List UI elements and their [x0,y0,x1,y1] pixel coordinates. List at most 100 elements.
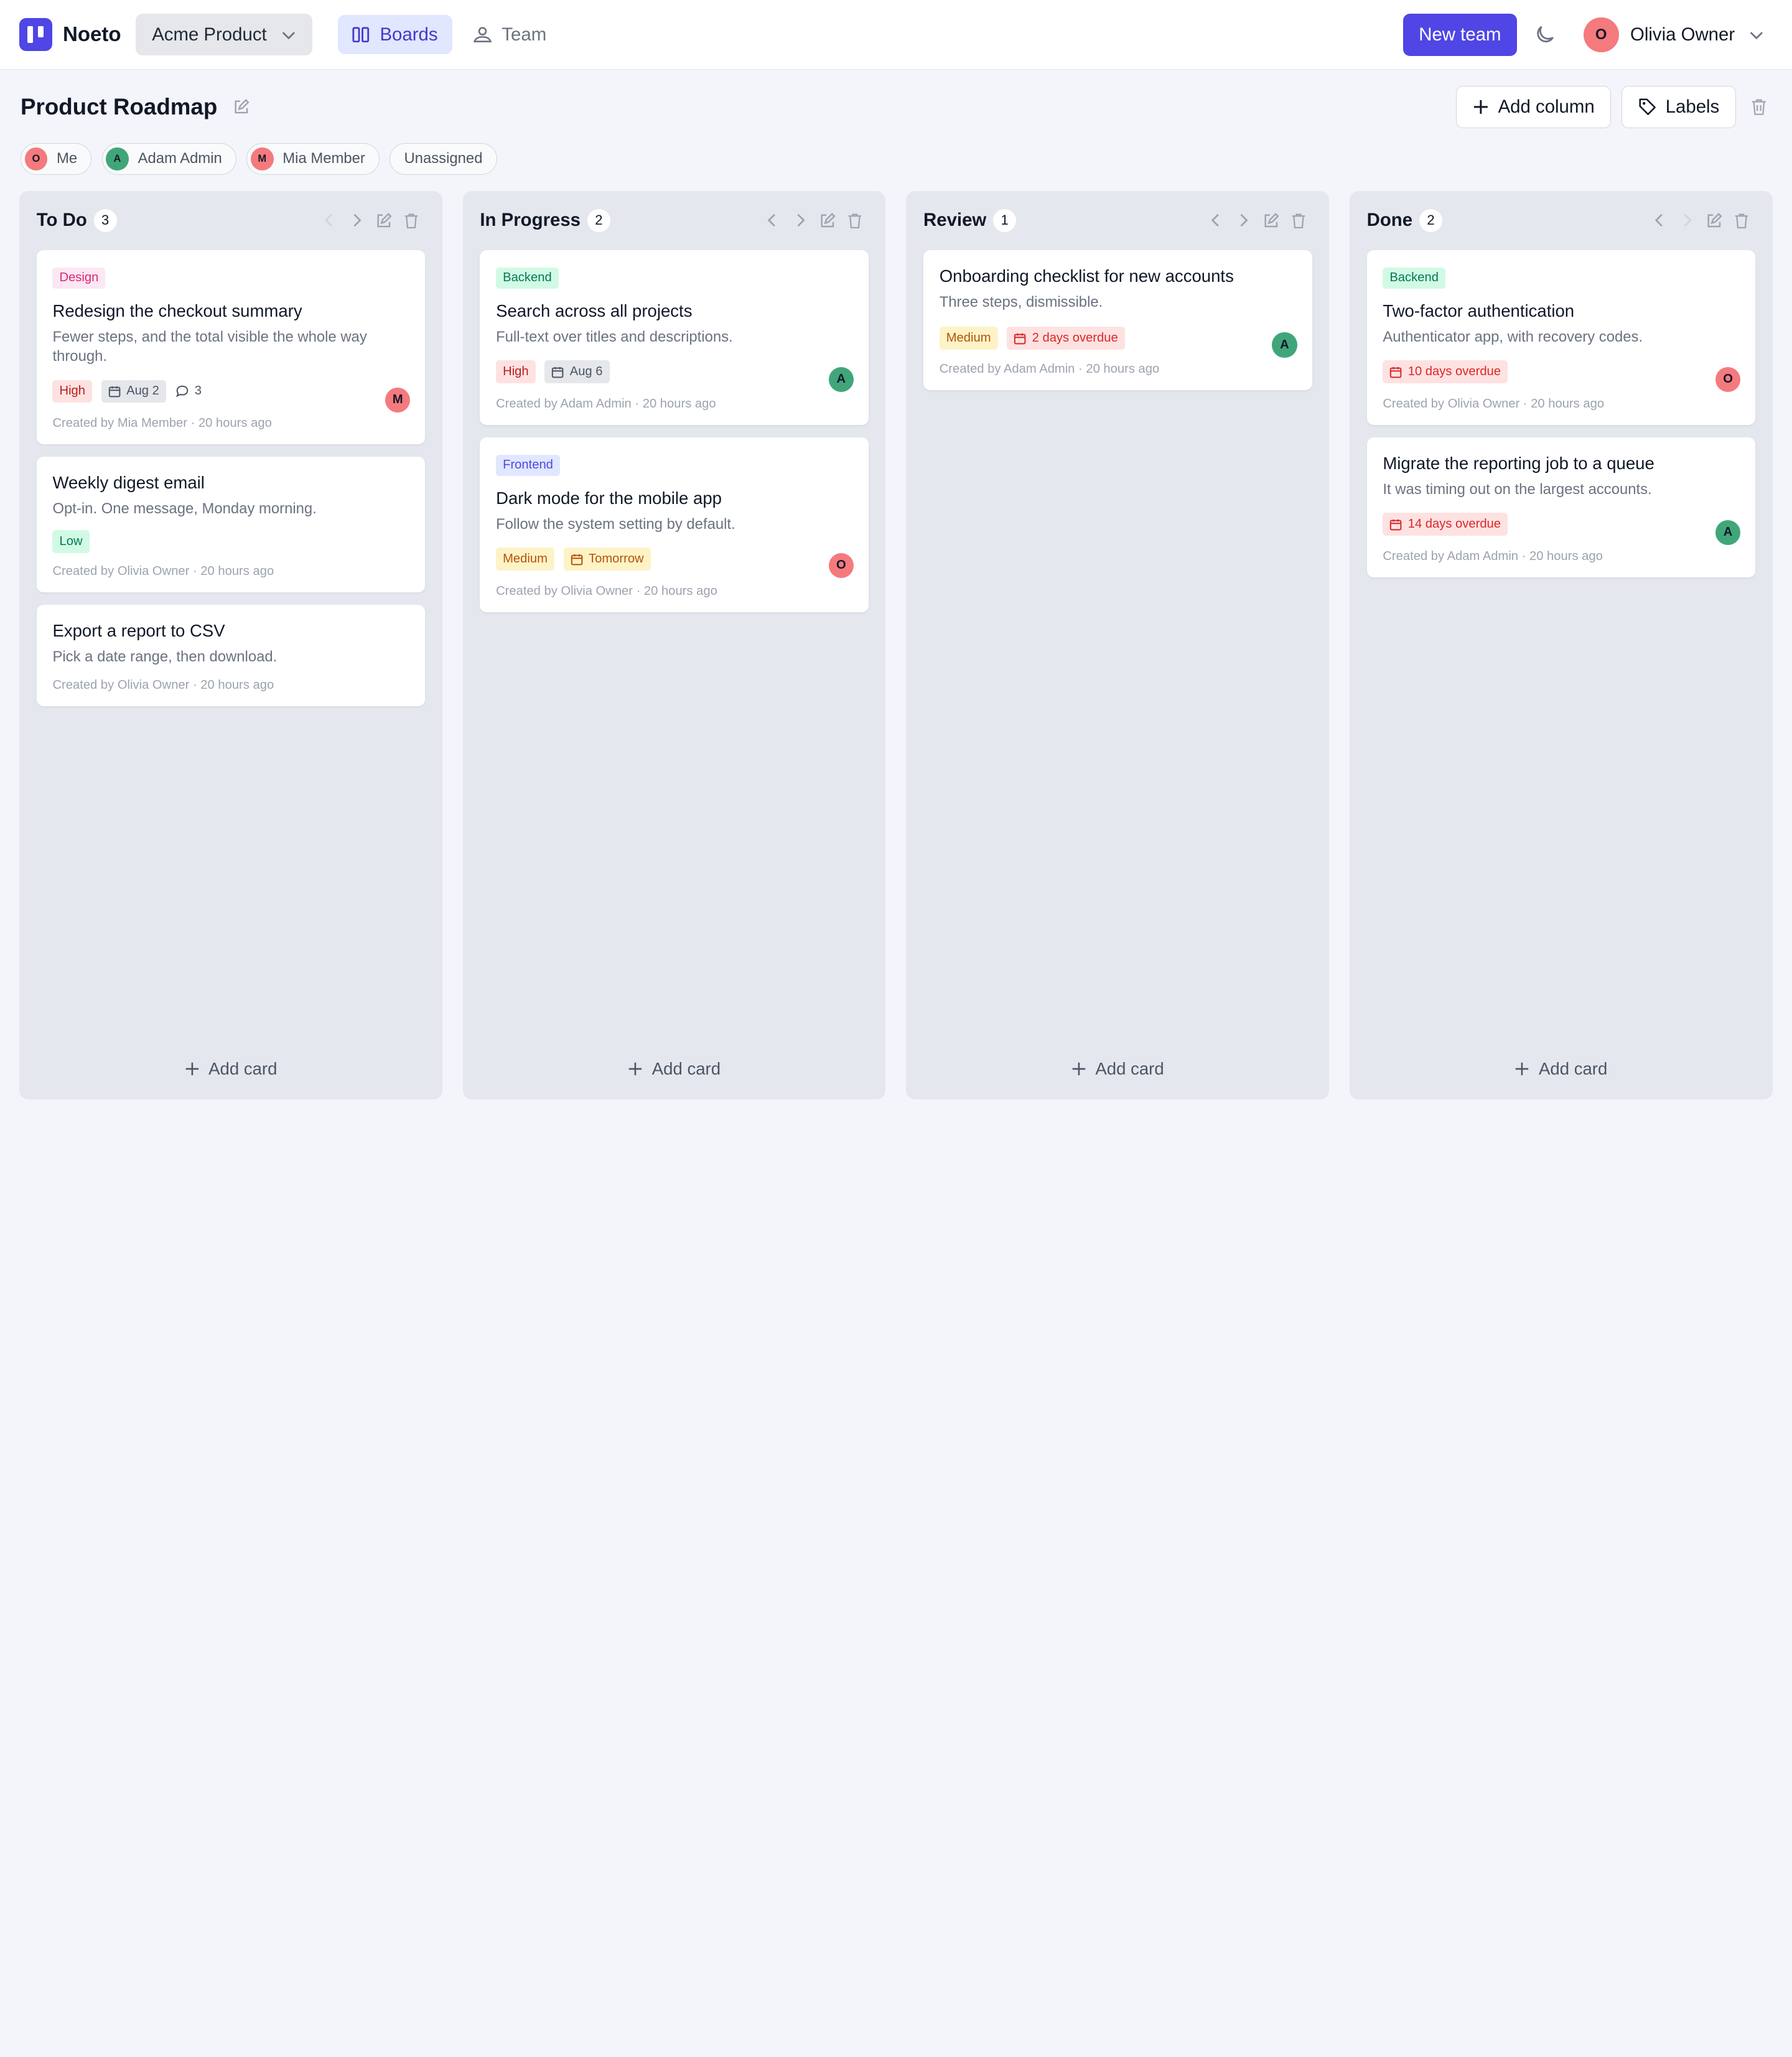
column-tools [1202,212,1312,229]
card-description: Pick a date range, then download. [52,648,278,666]
delete-column-icon[interactable] [1284,213,1312,229]
add-column-label: Add column [1498,96,1595,117]
delete-column-icon[interactable] [398,213,425,229]
column-tools [759,212,869,229]
delete-column-icon[interactable] [841,213,869,229]
column-review: Review 1 Onboarding checklist for new ac… [906,190,1330,1099]
edit-column-icon[interactable] [1257,212,1284,229]
column-done: Done 2 Backend Two-factor authentication… [1350,190,1773,1099]
card-meta: 10 days overdue [1383,360,1739,383]
filter-label: Me [56,150,78,167]
add-column-button[interactable]: Add column [1456,85,1612,128]
card-title: Weekly digest email [52,473,205,493]
priority-badge: Medium [939,327,998,350]
filter-chip-me[interactable]: O Me [21,142,92,175]
add-card-label: Add card [1095,1058,1164,1078]
filter-chip-unassigned[interactable]: Unassigned [390,142,497,175]
card-title: Dark mode for the mobile app [496,488,722,508]
add-card-button[interactable]: Add card [463,1059,886,1079]
card-description: Opt-in. One message, Monday morning. [52,500,317,518]
card[interactable]: Export a report to CSV Pick a date range… [36,605,426,706]
card[interactable]: Migrate the reporting job to a queue It … [1366,437,1756,578]
priority-badge: Medium [496,548,554,571]
card-meta: High Aug 2 3 [52,380,409,403]
card-meta: Medium Tomorrow [496,548,852,571]
card-title: Redesign the checkout summary [52,301,302,320]
edit-column-icon[interactable] [370,212,398,229]
move-right-icon[interactable] [1230,213,1257,227]
card[interactable]: Design Redesign the checkout summary Few… [36,250,426,445]
card-description: Follow the system setting by default. [496,516,735,533]
move-left-icon[interactable] [1202,213,1230,227]
due-date-badge: 10 days overdue [1383,360,1508,383]
column-header: To Do 3 [19,191,442,251]
dark-mode-toggle[interactable] [1533,24,1556,47]
board-title: Product Roadmap [21,93,218,119]
edit-column-icon[interactable] [1701,212,1728,229]
move-right-icon[interactable] [1673,213,1701,227]
edit-board-icon[interactable] [233,98,250,115]
edit-column-icon[interactable] [814,212,841,229]
column-tools [315,212,425,229]
column-title: In Progress [480,210,581,231]
delete-board-icon[interactable] [1751,98,1767,116]
due-date-text: 14 days overdue [1407,517,1501,531]
nav-boards[interactable]: Boards [337,15,453,54]
nav-boards-label: Boards [380,24,438,45]
card[interactable]: Backend Two-factor authentication Authen… [1366,250,1756,426]
card[interactable]: Backend Search across all projects Full-… [480,250,869,426]
due-date-badge: 14 days overdue [1383,513,1508,536]
column-tools [1646,212,1755,229]
filter-chip-adam-admin[interactable]: A Adam Admin [101,142,236,175]
assignee-avatar: A [1272,332,1297,358]
due-date-badge: Aug 2 [101,380,166,403]
plus-icon [1474,100,1488,114]
plus-icon [1516,1062,1529,1076]
app-logo[interactable]: Noeto [19,17,121,52]
priority-badge: Low [52,530,90,553]
move-left-icon[interactable] [759,213,786,227]
move-right-icon[interactable] [343,213,370,227]
column-count: 2 [587,209,610,232]
workspace-name: Acme Product [152,24,267,45]
plus-icon [628,1062,642,1076]
card-title: Search across all projects [496,301,693,320]
assignee-avatar: M [385,387,411,413]
move-left-icon[interactable] [315,213,343,227]
card-created: Created by Olivia Owner · 20 hours ago [1383,397,1605,411]
user-menu[interactable]: O Olivia Owner [1583,17,1765,53]
top-bar-actions: New team O Olivia Owner [1402,14,1765,56]
nav-team[interactable]: Team [457,15,561,54]
add-card-button[interactable]: Add card [906,1059,1329,1079]
filter-chip-mia-member[interactable]: M Mia Member [246,142,380,175]
due-date-text: Aug 2 [126,384,159,398]
filter-label: Adam Admin [138,150,222,167]
card-description: It was timing out on the largest account… [1383,481,1652,498]
move-right-icon[interactable] [786,213,814,227]
workspace-switcher[interactable]: Acme Product [136,14,313,55]
board-header: Product Roadmap [21,94,250,120]
add-card-label: Add card [651,1058,721,1078]
card-created: Created by Adam Admin · 20 hours ago [1383,549,1603,564]
add-card-button[interactable]: Add card [1350,1059,1773,1079]
labels-button[interactable]: Labels [1621,85,1736,128]
add-card-label: Add card [208,1058,278,1078]
delete-column-icon[interactable] [1728,213,1755,229]
card-label: Backend [1383,267,1445,289]
card-title: Onboarding checklist for new accounts [939,266,1234,286]
plus-icon [185,1062,198,1076]
due-date-badge: 2 days overdue [1007,327,1125,350]
calendar-icon [552,366,564,378]
filter-label: Unassigned [404,150,483,167]
card[interactable]: Frontend Dark mode for the mobile app Fo… [480,437,869,613]
filter-avatar: A [106,147,129,170]
new-team-button[interactable]: New team [1402,14,1518,56]
add-card-label: Add card [1539,1058,1608,1078]
add-card-button[interactable]: Add card [19,1059,442,1079]
chevron-down-icon [1750,32,1763,40]
card[interactable]: Onboarding checklist for new accounts Th… [923,250,1312,391]
move-left-icon[interactable] [1646,213,1673,227]
calendar-icon [1014,333,1026,344]
filter-avatar: M [250,147,274,170]
card[interactable]: Weekly digest email Opt-in. One message,… [36,457,426,593]
